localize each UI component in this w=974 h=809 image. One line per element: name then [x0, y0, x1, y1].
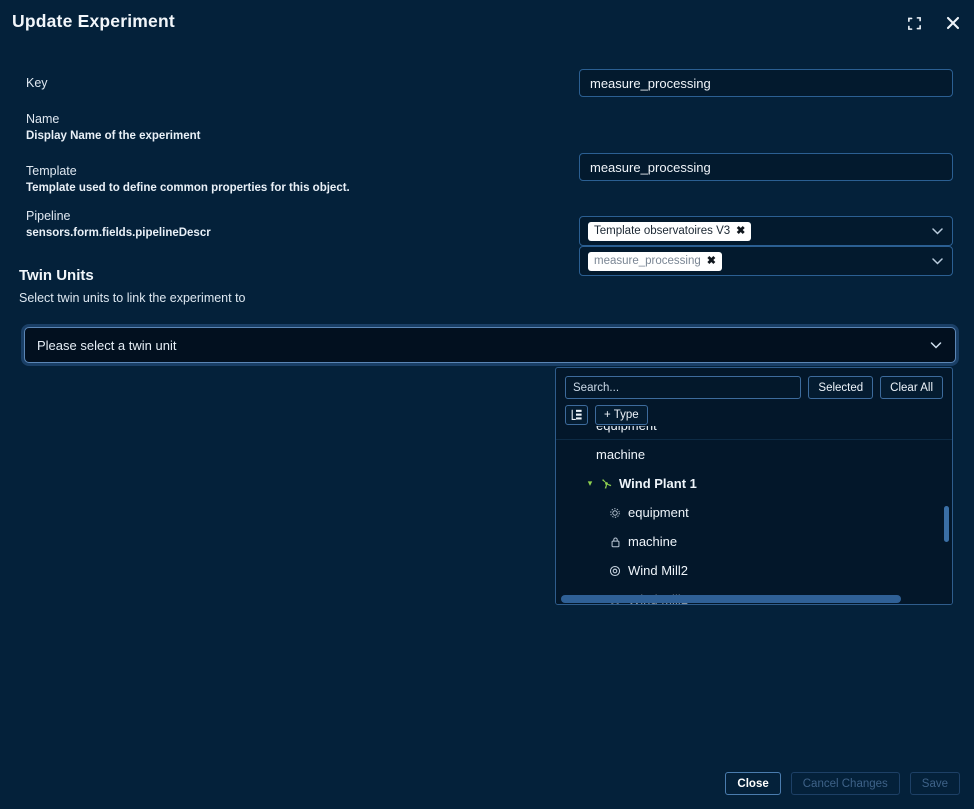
tree-hierarchy-icon[interactable]	[565, 405, 588, 425]
description-name: Display Name of the experiment	[26, 130, 201, 142]
chevron-down-icon[interactable]	[930, 224, 944, 238]
tree-item-wind-plant-1[interactable]: ▾ Wind Plant 1	[556, 469, 952, 498]
pipeline-chip-label: measure_processing	[594, 255, 701, 267]
chevron-down-icon[interactable]: ▾	[583, 478, 597, 489]
twin-unit-tree-list[interactable]: equipment machine ▾	[556, 426, 952, 604]
page-title: Update Experiment	[12, 11, 175, 31]
add-type-button[interactable]: + Type	[595, 405, 648, 425]
tree-item-machine-0[interactable]: machine	[556, 440, 952, 469]
pipeline-chip: measure_processing ✖	[588, 251, 722, 271]
header-actions	[903, 12, 964, 34]
tree-scroll-content: equipment machine ▾	[556, 426, 952, 604]
close-icon[interactable]	[942, 12, 964, 34]
expand-icon[interactable]	[903, 12, 925, 34]
tree-item-wind-mill-2[interactable]: Wind Mill2	[556, 556, 952, 585]
vertical-scrollbar[interactable]	[944, 506, 949, 542]
tree-item-label: Wind Plant 1	[619, 476, 697, 491]
lock-icon	[606, 536, 624, 548]
chevron-down-icon[interactable]	[929, 338, 943, 352]
key-input[interactable]	[579, 69, 953, 97]
twin-unit-dropdown-panel: Selected Clear All + Type	[555, 367, 953, 605]
update-experiment-modal: Update Experiment Key Name Display Name …	[0, 0, 974, 809]
template-chip: Template observatoires V3 ✖	[588, 221, 752, 241]
clear-all-button[interactable]: Clear All	[880, 376, 943, 399]
selected-button[interactable]: Selected	[808, 376, 874, 399]
twin-units-heading: Twin Units	[19, 267, 94, 284]
pipeline-chip-remove-icon[interactable]: ✖	[707, 255, 716, 267]
tree-item-label: Wind Mill2	[628, 563, 688, 578]
tree-item-label: equipment	[628, 505, 689, 520]
tree-item-equipment-0[interactable]: equipment	[556, 426, 952, 440]
label-name: Name	[26, 112, 60, 126]
tree-item-machine-1[interactable]: machine	[556, 527, 952, 556]
tree-item-equipment-1[interactable]: equipment	[556, 498, 952, 527]
label-template: Template	[26, 164, 77, 178]
modal-footer: Close Cancel Changes Save	[725, 772, 960, 795]
twin-unit-placeholder: Please select a twin unit	[37, 337, 177, 353]
twin-units-subtitle: Select twin units to link the experiment…	[19, 291, 246, 305]
label-pipeline: Pipeline	[26, 209, 71, 223]
cancel-changes-button: Cancel Changes	[790, 772, 900, 795]
template-select[interactable]: Template observatoires V3 ✖	[579, 216, 953, 246]
modal-header: Update Experiment	[0, 0, 974, 48]
label-key: Key	[26, 76, 48, 90]
name-input[interactable]	[579, 153, 953, 181]
target-icon	[606, 565, 624, 577]
tree-item-label: machine	[628, 534, 678, 549]
dropdown-filter-row: + Type	[565, 405, 943, 425]
wind-plant-icon	[597, 477, 615, 490]
twin-unit-select[interactable]: Please select a twin unit	[24, 327, 956, 363]
tree-item-label: equipment	[596, 426, 657, 433]
template-chip-remove-icon[interactable]: ✖	[736, 225, 745, 237]
save-button: Save	[909, 772, 960, 795]
search-input[interactable]	[565, 376, 802, 399]
chevron-down-icon[interactable]	[930, 254, 944, 268]
pipeline-select[interactable]: measure_processing ✖	[579, 246, 953, 276]
template-chip-label: Template observatoires V3	[594, 225, 731, 237]
gear-icon	[606, 507, 624, 519]
tree-item-label: machine	[596, 447, 646, 462]
dropdown-toolbar: Selected Clear All + Type	[556, 368, 952, 425]
dropdown-search-row: Selected Clear All	[565, 376, 943, 399]
description-template: Template used to define common propertie…	[26, 182, 350, 194]
close-button[interactable]: Close	[725, 772, 781, 795]
horizontal-scrollbar[interactable]	[561, 595, 901, 603]
description-pipeline: sensors.form.fields.pipelineDescr	[26, 227, 211, 239]
